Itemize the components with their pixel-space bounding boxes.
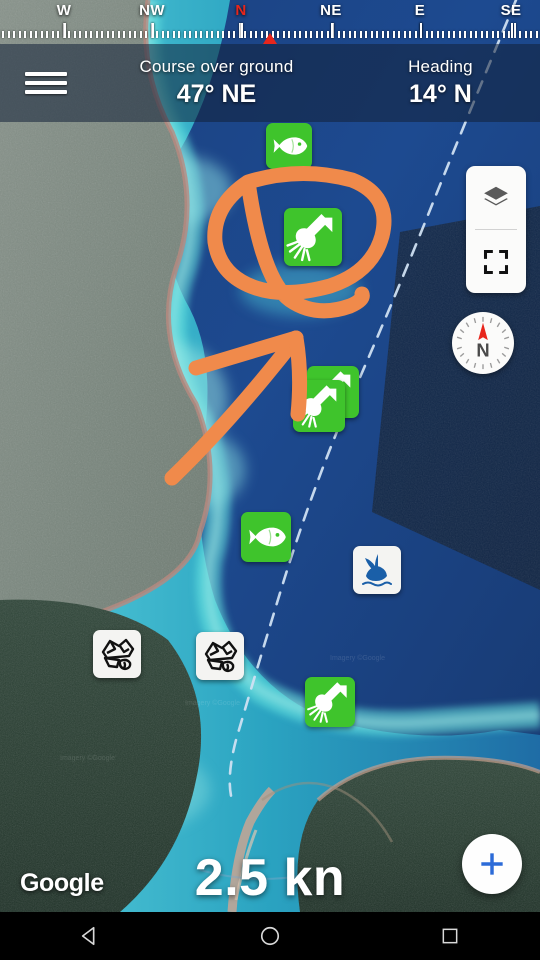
marker-dive-1[interactable]: [353, 546, 401, 594]
android-back-button[interactable]: [45, 912, 135, 960]
course-over-ground-value: 47° NE: [176, 80, 257, 108]
fullscreen-icon: [483, 249, 509, 274]
android-recents-button[interactable]: [405, 912, 495, 960]
marker-fish-1[interactable]: [266, 123, 312, 169]
squid-icon: [295, 385, 337, 428]
fish-icon: [273, 137, 308, 155]
marker-squid-2-front[interactable]: [293, 380, 345, 432]
compass-rose-button[interactable]: N: [452, 312, 514, 374]
whale-tail-icon: [362, 554, 392, 587]
recents-square-icon: [442, 928, 458, 944]
hamburger-menu-button[interactable]: [0, 44, 92, 122]
layers-button[interactable]: [466, 166, 526, 229]
marker-squid-2-stack[interactable]: [293, 366, 359, 432]
android-home-button[interactable]: [225, 912, 315, 960]
fullscreen-button[interactable]: [466, 230, 526, 293]
nav-data-bar: Course over ground 47° NE Heading 14° N: [0, 44, 540, 122]
svg-text:Imagery ©Google: Imagery ©Google: [330, 654, 385, 662]
marker-reef-1[interactable]: [93, 630, 141, 678]
svg-text:N: N: [476, 340, 489, 361]
svg-text:Imagery ©Google: Imagery ©Google: [185, 699, 240, 707]
heading-label: Heading: [408, 57, 473, 76]
back-triangle-icon: [81, 926, 95, 946]
plus-icon: [481, 853, 503, 875]
compass-rose-icon: N: [456, 316, 510, 370]
course-over-ground-readout: Course over ground 47° NE: [92, 57, 341, 109]
android-navigation-bar: [0, 912, 540, 960]
squid-icon: [307, 682, 347, 723]
hamburger-menu-icon: [25, 67, 67, 99]
rocks-icon: [204, 640, 238, 673]
marker-squid-3[interactable]: [305, 677, 355, 727]
marker-squid-1[interactable]: [284, 208, 342, 266]
layers-icon: [484, 186, 508, 205]
marker-fish-2[interactable]: [241, 512, 291, 562]
squid-icon: [286, 214, 333, 262]
heading-readout: Heading 14° N: [341, 57, 540, 109]
satellite-map[interactable]: Imagery ©Google Imagery ©Google Imagery …: [0, 0, 540, 912]
map-controls-panel: [466, 166, 526, 293]
rocks-icon: [101, 638, 135, 671]
app-root: Imagery ©Google Imagery ©Google Imagery …: [0, 0, 540, 960]
course-over-ground-label: Course over ground: [139, 57, 294, 76]
fish-icon: [249, 527, 286, 547]
heading-value: 14° N: [409, 80, 472, 108]
add-waypoint-fab[interactable]: [462, 834, 522, 894]
home-circle-icon: [260, 926, 280, 946]
marker-reef-2[interactable]: [196, 632, 244, 680]
svg-text:Imagery ©Google: Imagery ©Google: [60, 754, 115, 762]
